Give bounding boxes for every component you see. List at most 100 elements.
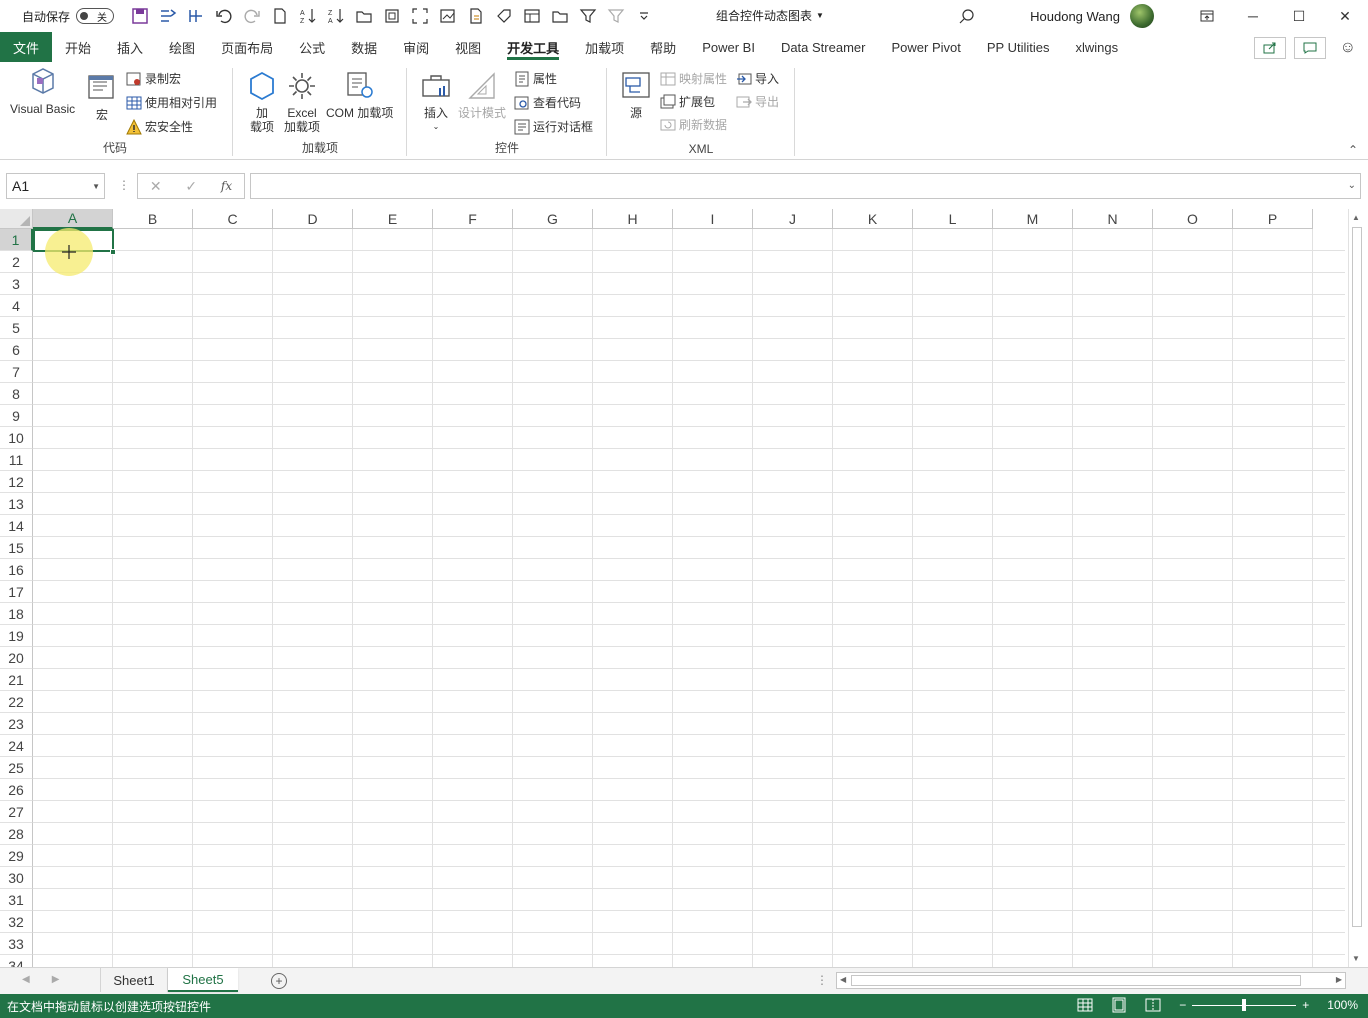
row-header[interactable]: 19 [0, 625, 33, 647]
column-header[interactable]: L [913, 209, 993, 229]
tab-item-9[interactable]: 开发工具 [494, 32, 572, 62]
cancel-icon[interactable]: ✕ [150, 178, 162, 195]
ribbon-display-options-icon[interactable] [1184, 0, 1230, 32]
avatar[interactable] [1130, 4, 1154, 28]
row-header[interactable]: 32 [0, 911, 33, 933]
row-header[interactable]: 28 [0, 823, 33, 845]
tab-item-14[interactable]: Power Pivot [878, 32, 973, 62]
filter-icon[interactable] [576, 4, 600, 28]
row-header[interactable]: 31 [0, 889, 33, 911]
row-header[interactable]: 6 [0, 339, 33, 361]
column-header[interactable]: K [833, 209, 913, 229]
autosave-toggle[interactable]: 关 [76, 8, 115, 24]
insert-control-button[interactable]: 插入 ⌄ [420, 70, 452, 134]
column-header[interactable]: I [673, 209, 753, 229]
comments-icon[interactable] [1293, 37, 1326, 59]
column-header[interactable]: M [993, 209, 1073, 229]
tab-item-15[interactable]: PP Utilities [974, 32, 1063, 62]
collapse-ribbon-icon[interactable]: ⌃ [1348, 143, 1358, 157]
clear-filter-icon[interactable] [604, 4, 628, 28]
form-icon[interactable] [156, 4, 180, 28]
vertical-scrollbar[interactable]: ▲ ▼ [1348, 209, 1365, 967]
tab-item-4[interactable]: 页面布局 [208, 32, 286, 62]
row-header[interactable]: 24 [0, 735, 33, 757]
close-icon[interactable]: ✕ [1322, 0, 1368, 32]
tab-item-5[interactable]: 公式 [286, 32, 338, 62]
macros-button[interactable]: 宏 [86, 72, 118, 122]
refresh-data-button[interactable]: 刷新数据 [660, 116, 727, 133]
add-sheet-icon[interactable]: + [271, 973, 287, 989]
zoom-level[interactable]: 100% [1327, 998, 1358, 1012]
scroll-left-icon[interactable]: ◀ [840, 975, 846, 984]
row-header[interactable]: 8 [0, 383, 33, 405]
addins-button[interactable]: 加 载项 [246, 70, 278, 134]
view-code-button[interactable]: 查看代码 [514, 94, 581, 111]
name-box[interactable]: A1 ▼ [6, 173, 105, 199]
com-addins-button[interactable]: COM 加载项 [326, 70, 393, 120]
row-header[interactable]: 10 [0, 427, 33, 449]
column-header[interactable]: E [353, 209, 433, 229]
undo-icon[interactable] [212, 4, 236, 28]
tab-item-16[interactable]: xlwings [1062, 32, 1131, 62]
sort-desc-icon[interactable]: ZA [324, 4, 348, 28]
column-header[interactable]: A [33, 209, 113, 229]
row-header[interactable]: 21 [0, 669, 33, 691]
sheet-tab-sheet1[interactable]: Sheet1 [100, 968, 168, 992]
zoom-out-icon[interactable]: − [1179, 998, 1186, 1012]
minimize-icon[interactable]: ─ [1230, 0, 1276, 32]
design-mode-button[interactable]: 设计模式 [458, 70, 506, 120]
row-header[interactable]: 11 [0, 449, 33, 471]
zoom-thumb[interactable] [1242, 998, 1247, 1011]
row-header[interactable]: 1 [0, 229, 33, 251]
column-header[interactable]: F [433, 209, 513, 229]
row-header[interactable]: 29 [0, 845, 33, 867]
table-icon[interactable] [520, 4, 544, 28]
column-header[interactable]: J [753, 209, 833, 229]
fullscreen-icon[interactable] [408, 4, 432, 28]
export-button[interactable]: 导出 [736, 93, 779, 110]
properties-button[interactable]: 属性 [514, 70, 557, 87]
run-dialog-button[interactable]: 运行对话框 [514, 118, 593, 135]
scroll-down-icon[interactable]: ▼ [1352, 954, 1360, 963]
formula-bar-resize-handle[interactable]: ⋮ [118, 178, 130, 192]
row-header[interactable]: 20 [0, 647, 33, 669]
tab-item-12[interactable]: Power BI [689, 32, 768, 62]
tab-item-11[interactable]: 帮助 [637, 32, 689, 62]
worksheet-grid[interactable]: ABCDEFGHIJKLMNOP 1 2 3 4 5 6 7 8 9 10 11 12 13 14 15 16… [0, 209, 1345, 967]
formula-input[interactable]: ⌄ [250, 173, 1361, 199]
scroll-up-icon[interactable]: ▲ [1352, 213, 1360, 222]
excel-addins-button[interactable]: Excel 加载项 [284, 70, 320, 134]
row-header[interactable]: 15 [0, 537, 33, 559]
prev-sheet-icon[interactable]: ◀ [22, 974, 30, 985]
tab-item-13[interactable]: Data Streamer [768, 32, 879, 62]
enter-icon[interactable]: ✓ [185, 178, 197, 195]
folder-icon[interactable] [548, 4, 572, 28]
expansion-packs-button[interactable]: 扩展包 [660, 93, 715, 110]
tab-item-6[interactable]: 数据 [338, 32, 390, 62]
user-name[interactable]: Houdong Wang [1030, 9, 1120, 24]
row-header[interactable]: 26 [0, 779, 33, 801]
scroll-right-icon[interactable]: ▶ [1336, 975, 1342, 984]
normal-view-icon[interactable] [1077, 997, 1093, 1013]
cell-area[interactable] [33, 229, 1345, 967]
row-header[interactable]: 16 [0, 559, 33, 581]
row-header[interactable]: 5 [0, 317, 33, 339]
next-sheet-icon[interactable]: ▶ [52, 974, 60, 985]
tab-item-10[interactable]: 加载项 [572, 32, 637, 62]
row-header[interactable]: 14 [0, 515, 33, 537]
page-layout-view-icon[interactable] [1111, 997, 1127, 1013]
tag-icon[interactable] [492, 4, 516, 28]
row-header[interactable]: 12 [0, 471, 33, 493]
insert-function-icon[interactable]: fx [221, 179, 232, 193]
new-doc-icon[interactable] [268, 4, 292, 28]
row-header[interactable]: 33 [0, 933, 33, 955]
fill-handle[interactable] [110, 249, 116, 255]
document-icon[interactable] [464, 4, 488, 28]
zoom-in-icon[interactable]: + [1302, 998, 1309, 1012]
tab-item-8[interactable]: 视图 [442, 32, 494, 62]
row-header[interactable]: 4 [0, 295, 33, 317]
visual-basic-button[interactable]: Visual Basic [10, 66, 75, 116]
row-header[interactable]: 25 [0, 757, 33, 779]
column-header[interactable]: H [593, 209, 673, 229]
print-preview-icon[interactable] [380, 4, 404, 28]
